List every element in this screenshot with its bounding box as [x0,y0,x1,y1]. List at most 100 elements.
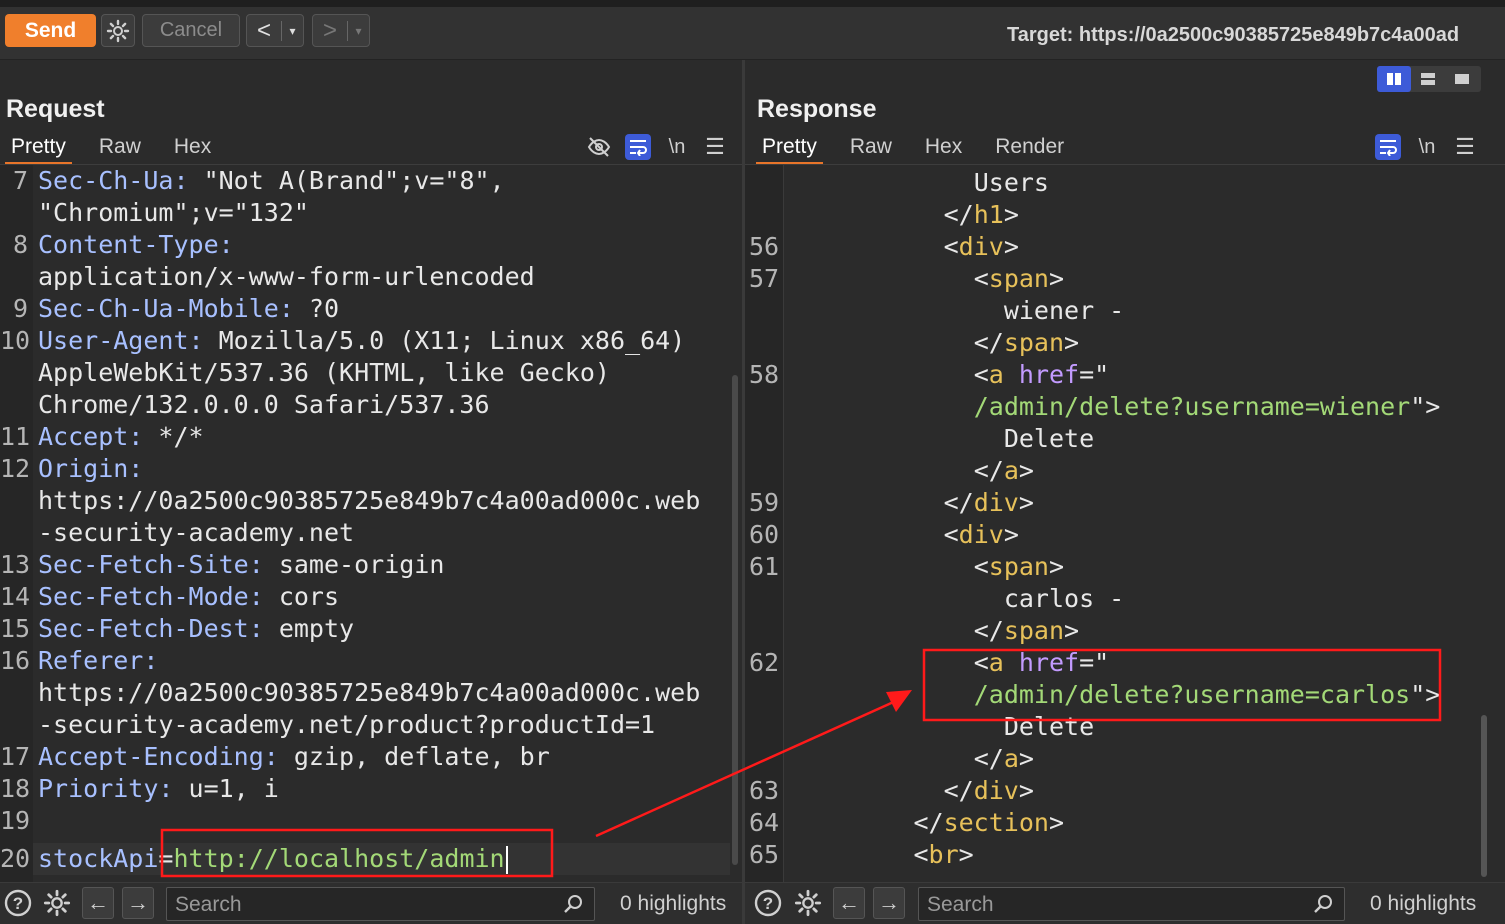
code-line: 10 User-Agent: Mozilla/5.0 (X11; Linux x8… [0,325,730,357]
html-tag: a [988,360,1004,389]
header-value: -security-academy.net [38,518,355,547]
cancel-button[interactable]: Cancel [142,14,240,47]
html-text: > [1064,616,1080,645]
body-line[interactable]: 20 stockApi=http://localhost/admin [0,843,730,875]
response-editor[interactable]: Users </h1> 56 <div> 57 <span> wiener - </span>… [745,165,1480,882]
markup-line: /admin/delete?username=carlos"> [974,679,1441,711]
line-number: 8 [12,230,28,259]
header-value: same-origin [263,550,445,579]
word-wrap-toggle[interactable] [625,134,651,160]
header-line: Sec-Ch-Ua-Mobile: ?0 [38,293,339,325]
search-input[interactable] [173,890,540,920]
line-number: 16 [0,646,31,675]
request-title: Request [6,95,105,123]
markup-line: carlos - [1004,583,1124,615]
layout-tabs-button[interactable] [1445,66,1479,92]
back-history-group[interactable]: < ▾ [246,14,304,47]
markup-line: </a> [974,455,1034,487]
eye-off-icon [587,137,611,157]
html-text: </ [973,328,1004,357]
markup-line: <span> [974,263,1064,295]
markup-line: <span> [974,551,1064,583]
tab-raw[interactable]: Raw [850,133,892,165]
tab-raw[interactable]: Raw [99,133,141,165]
menu-icon[interactable]: ☰ [702,134,728,160]
response-scrollbar[interactable] [1481,715,1487,877]
request-search[interactable] [166,887,595,921]
previous-match-button[interactable]: ← [833,887,865,919]
line-number: 60 [749,520,780,549]
attribute-value: /admin/delete?username=carlos [973,680,1411,709]
tab-pretty[interactable]: Pretty [756,133,823,165]
forward-arrow-icon[interactable]: > [313,17,347,45]
header-line: Sec-Fetch-Mode: cors [38,581,339,613]
param-value[interactable]: http://localhost/admin [173,844,504,873]
tab-hex[interactable]: Hex [925,133,962,165]
request-scrollbar[interactable] [732,375,738,865]
request-editor[interactable]: 7 Sec-Ch-Ua: "Not A(Brand";v="8", "Chromiu… [0,165,742,882]
wrap-lines-icon [630,140,647,156]
send-button[interactable]: Send [5,14,96,47]
layout-columns-button[interactable] [1377,66,1411,92]
code-line: 11 Accept: */* [0,421,730,453]
back-arrow-icon[interactable]: < [247,17,281,45]
header-line: User-Agent: Mozilla/5.0 (X11; Linux x86_… [38,325,685,357]
header-name: Content-Type: [38,230,234,259]
header-line: AppleWebKit/537.36 (KHTML, like Gecko) [38,357,610,389]
search-settings-button[interactable] [793,888,823,918]
tab-pretty[interactable]: Pretty [5,133,72,165]
rows-icon [1421,73,1435,85]
hide-nonprintable-button[interactable] [586,134,612,160]
markup-line: <a href=" [974,359,1110,391]
code-line: /admin/delete?username=carlos"> [745,679,1480,711]
next-match-button[interactable]: → [122,887,154,919]
html-tag: a [1003,456,1019,485]
previous-match-button[interactable]: ← [82,887,114,919]
header-line: https://0a2500c90385725e849b7c4a00ad000c… [38,677,700,709]
arrow-right-icon: → [878,890,900,915]
search-input[interactable] [925,890,1291,920]
chevron-down-icon[interactable]: ▾ [348,24,369,38]
columns-icon [1387,73,1401,85]
menu-icon[interactable]: ☰ [1452,134,1478,160]
code-line: 59 </div> [745,487,1480,519]
layout-rows-button[interactable] [1411,66,1445,92]
target-label[interactable]: Target: https://0a2500c90385725e849b7c4a… [1007,24,1459,47]
show-newlines-toggle[interactable]: \n [664,134,690,160]
html-text: =" [1079,360,1110,389]
response-search[interactable] [918,887,1345,921]
markup-line: wiener - [1004,295,1124,327]
header-name: Sec-Ch-Ua: [38,166,189,195]
request-tabs: Pretty Raw Hex [5,133,244,165]
html-tag: span [1003,616,1065,645]
help-button[interactable]: ? [3,888,33,918]
header-name: Origin: [38,454,144,483]
header-value: AppleWebKit/537.36 (KHTML, like Gecko) [38,358,610,387]
code-line: 57 <span> [745,263,1480,295]
header-name: User-Agent: [38,326,204,355]
gear-icon [106,19,130,42]
arrow-left-icon: ← [87,890,109,915]
line-number: 7 [12,166,28,195]
param-key: stockApi [38,844,159,873]
line-number: 13 [0,550,31,579]
response-footer: ? ← → 0 highlights [745,882,1505,924]
code-line: 14 Sec-Fetch-Mode: cors [0,581,730,613]
search-settings-button[interactable] [42,888,72,918]
html-text: </ [943,776,974,805]
html-text: > [1049,264,1065,293]
settings-button[interactable] [101,14,135,47]
next-match-button[interactable]: → [873,887,905,919]
tab-render[interactable]: Render [995,133,1064,165]
help-button[interactable]: ? [753,888,783,918]
forward-history-group[interactable]: > ▾ [312,14,370,47]
show-newlines-toggle[interactable]: \n [1414,134,1440,160]
tab-hex[interactable]: Hex [174,133,211,165]
word-wrap-toggle[interactable] [1375,134,1401,160]
html-text: </ [973,744,1004,773]
header-name: Priority: [38,774,174,803]
code-line: 19 [0,805,730,837]
chevron-down-icon[interactable]: ▾ [282,24,303,38]
html-tag: h1 [973,200,1004,229]
line-number: 56 [749,232,780,261]
